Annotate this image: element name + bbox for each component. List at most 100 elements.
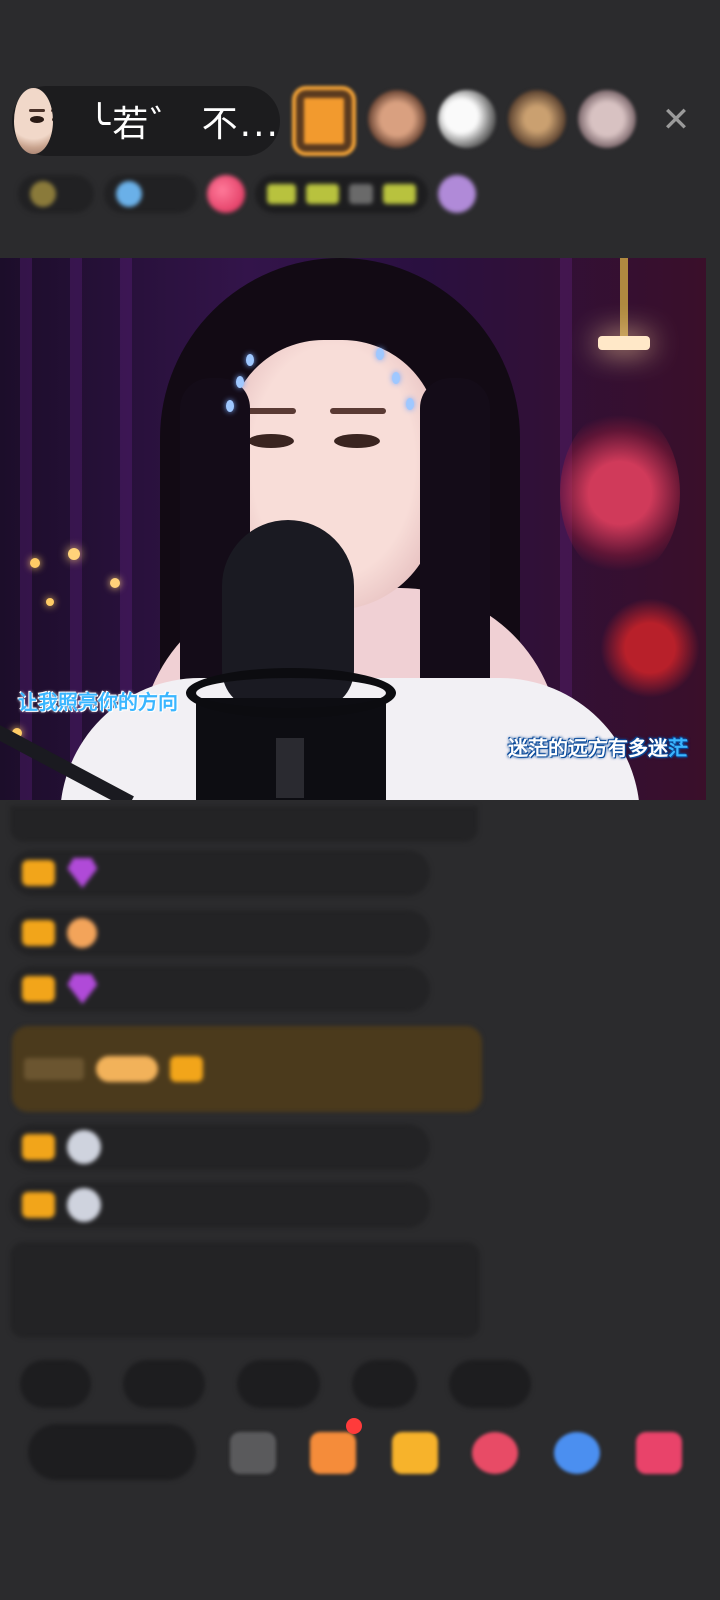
lamp	[598, 258, 650, 354]
red-ball-icon[interactable]	[207, 175, 246, 213]
chat-username[interactable]	[113, 1137, 153, 1158]
level-badge	[22, 860, 56, 886]
flower-bokeh	[600, 598, 700, 698]
gift-box-icon[interactable]	[310, 1432, 356, 1474]
ghost-avatar-icon	[67, 1130, 102, 1164]
chat-message	[10, 966, 430, 1012]
noble-badge	[96, 1056, 158, 1082]
message-icon[interactable]	[230, 1432, 276, 1474]
treasure-icon[interactable]	[392, 1432, 438, 1474]
hairclip	[406, 398, 414, 410]
chat-username[interactable]	[109, 979, 143, 1000]
viewer-avatar[interactable]	[368, 90, 426, 148]
bokeh-light	[110, 578, 120, 588]
curtain-stripe	[20, 258, 32, 800]
top-viewers-list	[292, 86, 636, 156]
game-icon[interactable]	[554, 1432, 600, 1474]
lyric-right-main: 迷茫的远方有多迷	[508, 736, 668, 760]
level-badge	[22, 920, 56, 946]
fan-badge-icon	[67, 918, 98, 948]
gem-icon	[67, 858, 98, 888]
chat-text	[208, 863, 231, 884]
chat-text	[167, 923, 207, 944]
chat-input[interactable]	[28, 1424, 196, 1480]
chat-text	[156, 979, 208, 1000]
stat-chip[interactable]	[103, 175, 198, 213]
chat-message	[10, 1182, 430, 1228]
bokeh-light	[46, 598, 54, 606]
viewer-avatar[interactable]	[292, 86, 356, 156]
level-badge	[170, 1056, 204, 1082]
quick-chip[interactable]	[122, 1360, 206, 1408]
quick-reply-chips	[20, 1360, 532, 1408]
notice-text	[22, 1279, 27, 1301]
quick-chip[interactable]	[448, 1360, 532, 1408]
avatar-eye	[52, 116, 53, 123]
avatar-eye	[30, 116, 44, 123]
gift-icon[interactable]	[437, 175, 476, 213]
chat-username[interactable]	[109, 923, 155, 944]
bokeh-light	[30, 558, 40, 568]
chat-text	[22, 814, 85, 835]
stat-text	[64, 186, 82, 202]
host-info-pill[interactable]: ╰若゛ 不...	[12, 86, 280, 156]
level-badge	[22, 976, 56, 1002]
quick-chip[interactable]	[237, 1360, 320, 1408]
chat-text	[256, 1059, 348, 1080]
viewer-avatar[interactable]	[438, 90, 496, 148]
quick-chip[interactable]	[20, 1360, 91, 1408]
hairclip	[246, 354, 254, 366]
notification-dot	[346, 1418, 362, 1434]
avatar-brow	[29, 109, 45, 112]
viewer-avatar[interactable]	[578, 90, 636, 148]
chat-text	[200, 1195, 223, 1216]
bottom-action-bar	[28, 1418, 708, 1488]
streamer-eye	[248, 434, 294, 448]
lyric-right-tail: 茫	[668, 736, 688, 760]
streamer-brow	[330, 408, 386, 414]
chat-message	[10, 1124, 430, 1170]
room-stats-row	[18, 170, 708, 218]
chat-message	[10, 850, 430, 896]
level-badge	[22, 1134, 56, 1160]
mic-shock-mount	[186, 668, 396, 718]
tag	[305, 184, 339, 204]
stat-icon	[30, 181, 56, 207]
host-avatar[interactable]	[14, 88, 53, 154]
close-icon[interactable]: ✕	[656, 100, 696, 140]
quick-chip[interactable]	[351, 1360, 417, 1408]
viewer-avatar[interactable]	[508, 90, 566, 148]
avatar-brow	[51, 109, 53, 112]
level-badge	[22, 1192, 56, 1218]
tag	[383, 184, 416, 204]
host-name: ╰若゛ 不...	[88, 104, 280, 145]
tag-chip[interactable]	[255, 175, 428, 213]
gift-icon[interactable]	[636, 1432, 682, 1474]
stat-chip[interactable]	[18, 175, 94, 213]
chat-message	[10, 910, 430, 956]
chat-message-highlight	[12, 1026, 482, 1112]
hairclip	[226, 400, 234, 412]
lyric-right: 迷茫的远方有多迷茫	[508, 732, 688, 761]
streamer-hair-strand	[420, 378, 490, 708]
hairclip	[392, 372, 400, 384]
stat-icon	[115, 181, 142, 207]
chat-username[interactable]	[109, 863, 143, 884]
tag	[348, 184, 374, 204]
tag	[267, 184, 296, 204]
hairclip	[236, 376, 244, 388]
vip-tag	[24, 1058, 84, 1080]
chat-message	[10, 806, 478, 842]
chat-text	[165, 1137, 211, 1158]
chat-username[interactable]	[113, 1195, 153, 1216]
hairclip	[376, 348, 384, 360]
fan-club-icon[interactable]	[472, 1432, 518, 1474]
chat-username[interactable]	[215, 1059, 244, 1080]
live-video[interactable]: 让我照亮你的方向 迷茫的远方有多迷茫	[0, 258, 706, 800]
chat-username[interactable]	[165, 1195, 188, 1216]
chat-username[interactable]	[156, 863, 196, 884]
ghost-avatar-icon	[67, 1188, 102, 1222]
bokeh-light	[68, 548, 80, 560]
system-notice	[10, 1242, 480, 1338]
lyric-left: 让我照亮你的方向	[18, 690, 178, 714]
